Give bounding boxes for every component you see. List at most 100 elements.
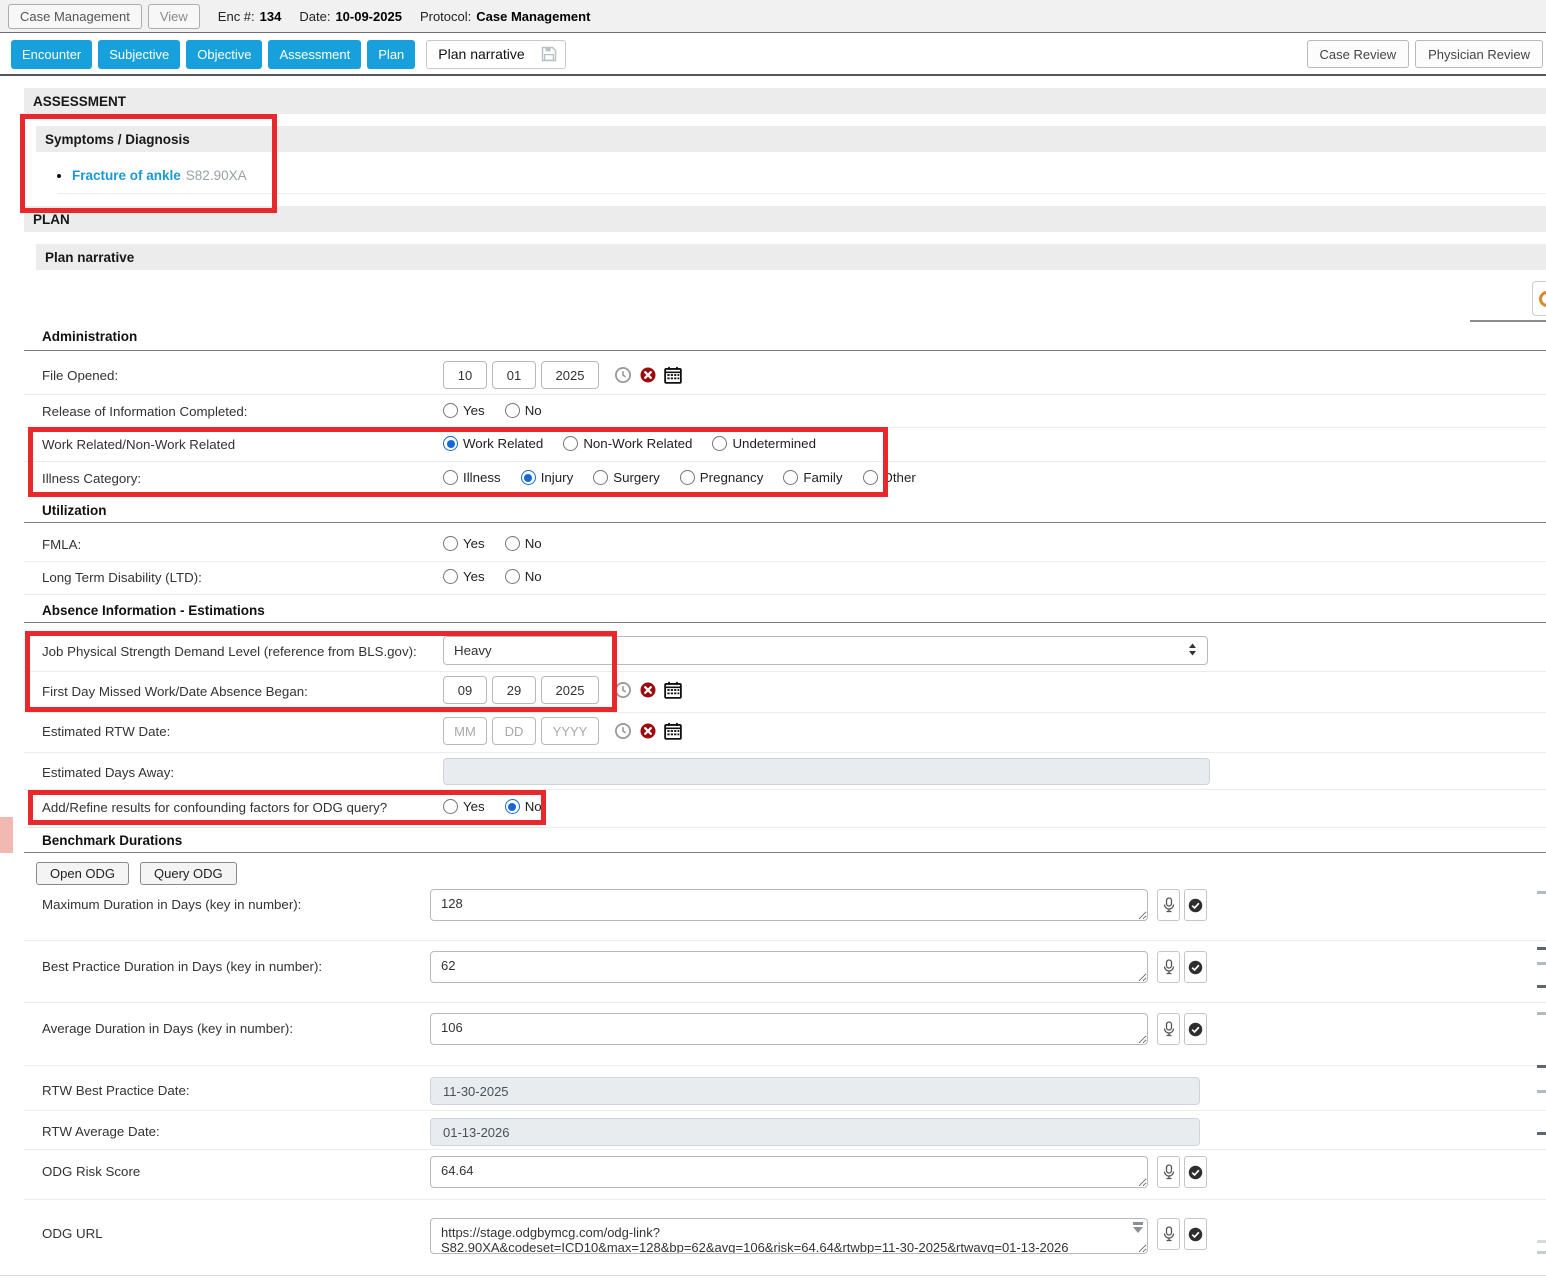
file-opened-year-input[interactable] <box>541 361 599 389</box>
tab-subjective[interactable]: Subjective <box>98 40 180 69</box>
radio-label: No <box>525 403 542 418</box>
mic-button[interactable] <box>1157 951 1180 983</box>
job-strength-select[interactable]: Heavy <box>443 636 1208 665</box>
tab-plan[interactable]: Plan <box>367 40 415 69</box>
radio-label: Injury <box>541 470 574 485</box>
tab-assessment[interactable]: Assessment <box>268 40 361 69</box>
record-icon <box>1539 291 1546 307</box>
work-related-options: Work Related Non-Work Related Undetermin… <box>443 436 831 451</box>
mic-button[interactable] <box>1157 1013 1180 1045</box>
radio-family[interactable]: Family <box>783 470 842 485</box>
divider <box>24 1149 1546 1150</box>
radio-surgery[interactable]: Surgery <box>593 470 660 485</box>
first-day-month-input[interactable] <box>443 676 487 704</box>
tab-plan-narrative[interactable]: Plan narrative <box>426 40 565 69</box>
calendar-icon[interactable] <box>663 365 683 385</box>
calendar-icon[interactable] <box>663 721 683 741</box>
radio-icon <box>505 536 520 551</box>
divider <box>24 1002 1546 1003</box>
confirm-button[interactable] <box>1184 889 1207 921</box>
assessment-header: ASSESSMENT <box>24 88 1546 114</box>
time-icon[interactable] <box>613 680 633 700</box>
rtw-best-practice-label: RTW Best Practice Date: <box>42 1083 190 1098</box>
symptoms-diagnosis-header: Symptoms / Diagnosis <box>36 126 1546 152</box>
radio-label: Undetermined <box>732 436 816 451</box>
radio-icon <box>505 569 520 584</box>
clear-date-icon[interactable] <box>638 365 658 385</box>
release-info-label: Release of Information Completed: <box>42 404 247 419</box>
tab-encounter[interactable]: Encounter <box>11 40 92 69</box>
radio-ltd-yes[interactable]: Yes <box>443 569 485 584</box>
mic-button[interactable] <box>1157 1156 1180 1188</box>
clipped-record-button[interactable] <box>1532 281 1546 316</box>
radio-release-yes[interactable]: Yes <box>443 403 485 418</box>
save-icon[interactable] <box>533 41 565 68</box>
first-day-year-input[interactable] <box>541 676 599 704</box>
divider <box>24 671 1546 672</box>
best-practice-duration-input[interactable]: 62 <box>430 951 1148 983</box>
divider <box>0 1275 1546 1276</box>
case-review-button[interactable]: Case Review <box>1307 40 1410 68</box>
divider <box>24 427 1546 428</box>
file-opened-day-input[interactable] <box>492 361 536 389</box>
radio-label: Work Related <box>463 436 543 451</box>
time-icon[interactable] <box>613 365 633 385</box>
estimated-rtw-year-input[interactable] <box>541 717 599 745</box>
radio-confound-yes[interactable]: Yes <box>443 799 485 814</box>
file-opened-month-input[interactable] <box>443 361 487 389</box>
diagnosis-link[interactable]: Fracture of ankle <box>72 168 181 183</box>
top-bar: Case Management View Enc #: 134 Date: 10… <box>0 0 1546 33</box>
case-management-button[interactable]: Case Management <box>8 4 142 29</box>
divider <box>24 622 1546 623</box>
radio-illness[interactable]: Illness <box>443 470 501 485</box>
radio-other[interactable]: Other <box>863 470 916 485</box>
clear-date-icon[interactable] <box>638 680 658 700</box>
odg-url-input[interactable]: https://stage.odgbymcg.com/odg-link? S82… <box>430 1218 1148 1254</box>
calendar-icon[interactable] <box>663 680 683 700</box>
radio-ltd-no[interactable]: No <box>505 569 542 584</box>
clipped-fragment <box>1537 985 1546 988</box>
odg-risk-score-input[interactable]: 64.64 <box>430 1156 1148 1188</box>
physician-review-button[interactable]: Physician Review <box>1415 40 1543 68</box>
radio-confound-no[interactable]: No <box>505 799 542 814</box>
first-day-missed-label: First Day Missed Work/Date Absence Began… <box>42 684 308 699</box>
clear-date-icon[interactable] <box>638 721 658 741</box>
radio-undetermined[interactable]: Undetermined <box>712 436 816 451</box>
estimated-rtw-month-input[interactable] <box>443 717 487 745</box>
file-opened-controls <box>443 361 683 389</box>
radio-non-work-related[interactable]: Non-Work Related <box>563 436 692 451</box>
rtw-average-label: RTW Average Date: <box>42 1124 160 1139</box>
scrollbar-down-icon[interactable] <box>1132 1222 1144 1236</box>
diagnosis-code: S82.90XA <box>186 168 247 183</box>
tab-objective[interactable]: Objective <box>186 40 262 69</box>
divider <box>24 594 1546 595</box>
confirm-button[interactable] <box>1184 1156 1207 1188</box>
radio-label: Surgery <box>613 470 660 485</box>
first-day-day-input[interactable] <box>492 676 536 704</box>
radio-fmla-no[interactable]: No <box>505 536 542 551</box>
plan-narrative-tab-label: Plan narrative <box>438 46 524 62</box>
estimated-rtw-day-input[interactable] <box>492 717 536 745</box>
best-practice-duration-label: Best Practice Duration in Days (key in n… <box>42 959 322 974</box>
date-label: Date: <box>299 9 330 24</box>
review-buttons: Case Review Physician Review <box>1307 40 1543 68</box>
enc-value: 134 <box>260 9 282 24</box>
radio-pregnancy[interactable]: Pregnancy <box>680 470 764 485</box>
confirm-button[interactable] <box>1184 1218 1207 1250</box>
time-icon[interactable] <box>613 721 633 741</box>
view-button[interactable]: View <box>148 4 200 29</box>
mic-button[interactable] <box>1157 1218 1180 1250</box>
confirm-button[interactable] <box>1184 1013 1207 1045</box>
mic-button[interactable] <box>1157 889 1180 921</box>
open-odg-button[interactable]: Open ODG <box>36 862 129 885</box>
average-duration-input[interactable]: 106 <box>430 1013 1148 1045</box>
work-related-label: Work Related/Non-Work Related <box>42 437 235 452</box>
query-odg-button[interactable]: Query ODG <box>140 862 237 885</box>
radio-work-related[interactable]: Work Related <box>443 436 543 451</box>
confirm-button[interactable] <box>1184 951 1207 983</box>
radio-fmla-yes[interactable]: Yes <box>443 536 485 551</box>
date-meta: Date: 10-09-2025 <box>299 9 402 24</box>
radio-injury[interactable]: Injury <box>521 470 574 485</box>
max-duration-input[interactable]: 128 <box>430 889 1148 921</box>
radio-release-no[interactable]: No <box>505 403 542 418</box>
